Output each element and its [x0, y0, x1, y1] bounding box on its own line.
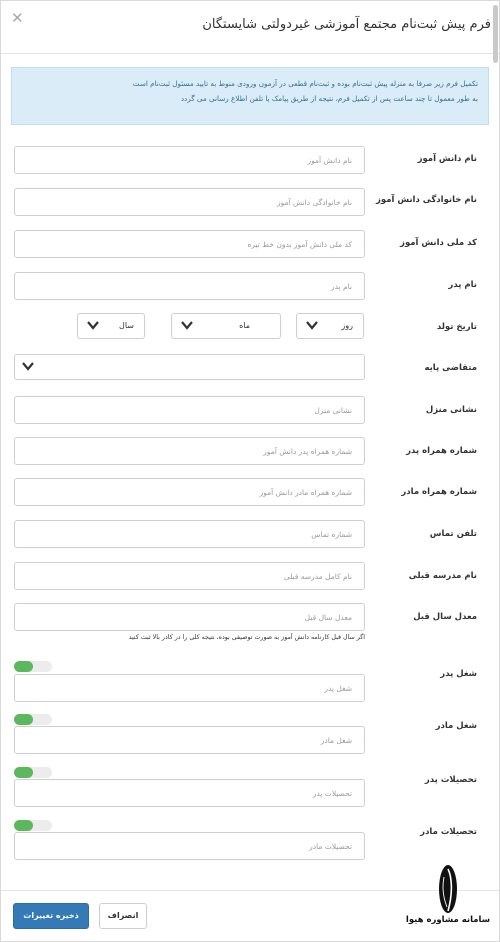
birth-date-label: تاریخ تولد: [436, 322, 477, 332]
address-input[interactable]: نشانی منزل: [14, 396, 365, 424]
first-name-label: نام دانش آموز: [417, 154, 477, 164]
toggle-knob: [14, 820, 33, 831]
father-name-label: نام پدر: [448, 280, 477, 290]
previous-school-input[interactable]: نام کامل مدرسه قبلی: [14, 562, 365, 590]
watermark-logo: سامانه مشاوره هیوا: [403, 863, 493, 935]
chevron-down-icon: [181, 321, 193, 330]
chevron-down-icon: [306, 321, 318, 330]
close-icon[interactable]: ✕: [11, 11, 24, 26]
father-education-toggle[interactable]: [14, 767, 52, 778]
mother-mobile-input[interactable]: شماره همراه مادر دانش آموز: [14, 478, 365, 506]
last-name-input[interactable]: نام خانوادگی دانش آموز: [14, 188, 365, 216]
father-education-label: تحصیلات پدر: [424, 775, 477, 785]
toggle-knob: [14, 661, 33, 672]
chevron-down-icon: [22, 362, 34, 371]
info-alert: تکمیل فرم زیر صرفا به منزله پیش ثبت‌نام …: [11, 67, 489, 125]
modal-header: ✕ فرم پیش ثبت‌نام مجتمع آموزشی غیردولتی …: [1, 1, 499, 54]
birth-month-value: ماه: [239, 321, 250, 330]
info-line-2: به طور معمول تا چند ساعت پس از تکمیل فرم…: [180, 94, 478, 103]
father-education-input[interactable]: تحصیلات پدر: [14, 779, 365, 807]
father-name-input[interactable]: نام پدر: [14, 272, 365, 300]
feather-logo-icon: [439, 865, 457, 913]
modal-title: فرم پیش ثبت‌نام مجتمع آموزشی غیردولتی شا…: [202, 17, 491, 32]
gpa-hint-text: اگر سال قبل کارنامه دانش آموز به صورت تو…: [128, 634, 365, 641]
father-mobile-input[interactable]: شماره همراه پدر دانش آموز: [14, 437, 365, 465]
scrollbar-thumb[interactable]: [493, 5, 498, 63]
father-job-toggle[interactable]: [14, 661, 52, 672]
mother-education-label: تحصیلات مادر: [420, 827, 477, 837]
father-job-input[interactable]: شغل پدر: [14, 674, 365, 702]
father-job-label: شغل پدر: [440, 669, 477, 679]
mother-education-toggle[interactable]: [14, 820, 52, 831]
birth-year-select[interactable]: سال: [77, 313, 145, 339]
save-button[interactable]: ذخیره تغییرات: [13, 903, 89, 929]
mother-job-label: شغل مادر: [435, 721, 477, 731]
last-name-label: نام خانوادگی دانش آموز: [375, 195, 477, 205]
cancel-button[interactable]: انصراف: [99, 903, 147, 929]
toggle-knob: [14, 767, 33, 778]
watermark-text: سامانه مشاوره هیوا: [405, 915, 491, 925]
pre-registration-modal: ✕ فرم پیش ثبت‌نام مجتمع آموزشی غیردولتی …: [0, 0, 500, 942]
chevron-down-icon: [87, 321, 99, 330]
first-name-input[interactable]: نام دانش آموز: [14, 146, 365, 174]
national-code-input[interactable]: کد ملی دانش آموز بدون خط تیره: [14, 230, 365, 258]
birth-year-value: سال: [119, 321, 134, 330]
grade-select[interactable]: [14, 354, 365, 380]
previous-gpa-label: معدل سال قبل: [413, 612, 477, 622]
birth-month-select[interactable]: ماه: [171, 313, 281, 339]
info-line-1: تکمیل فرم زیر صرفا به منزله پیش ثبت‌نام …: [132, 79, 478, 88]
phone-label: تلفن تماس: [429, 529, 477, 539]
mother-job-toggle[interactable]: [14, 714, 52, 725]
mother-job-input[interactable]: شغل مادر: [14, 726, 365, 754]
phone-input[interactable]: شماره تماس: [14, 520, 365, 548]
previous-school-label: نام مدرسه قبلی: [408, 571, 477, 581]
father-mobile-label: شماره همراه پدر: [406, 446, 477, 456]
birth-day-value: روز: [341, 321, 353, 330]
address-label: نشانی منزل: [425, 405, 477, 415]
mother-education-input[interactable]: تحصیلات مادر: [14, 832, 365, 860]
toggle-knob: [14, 714, 33, 725]
previous-gpa-input[interactable]: معدل سال قبل: [14, 603, 365, 631]
national-code-label: کد ملی دانش آموز: [400, 238, 477, 248]
birth-day-select[interactable]: روز: [296, 313, 364, 339]
mother-mobile-label: شماره همراه مادر: [401, 487, 477, 497]
grade-label: متقاضی پایه: [424, 363, 477, 373]
